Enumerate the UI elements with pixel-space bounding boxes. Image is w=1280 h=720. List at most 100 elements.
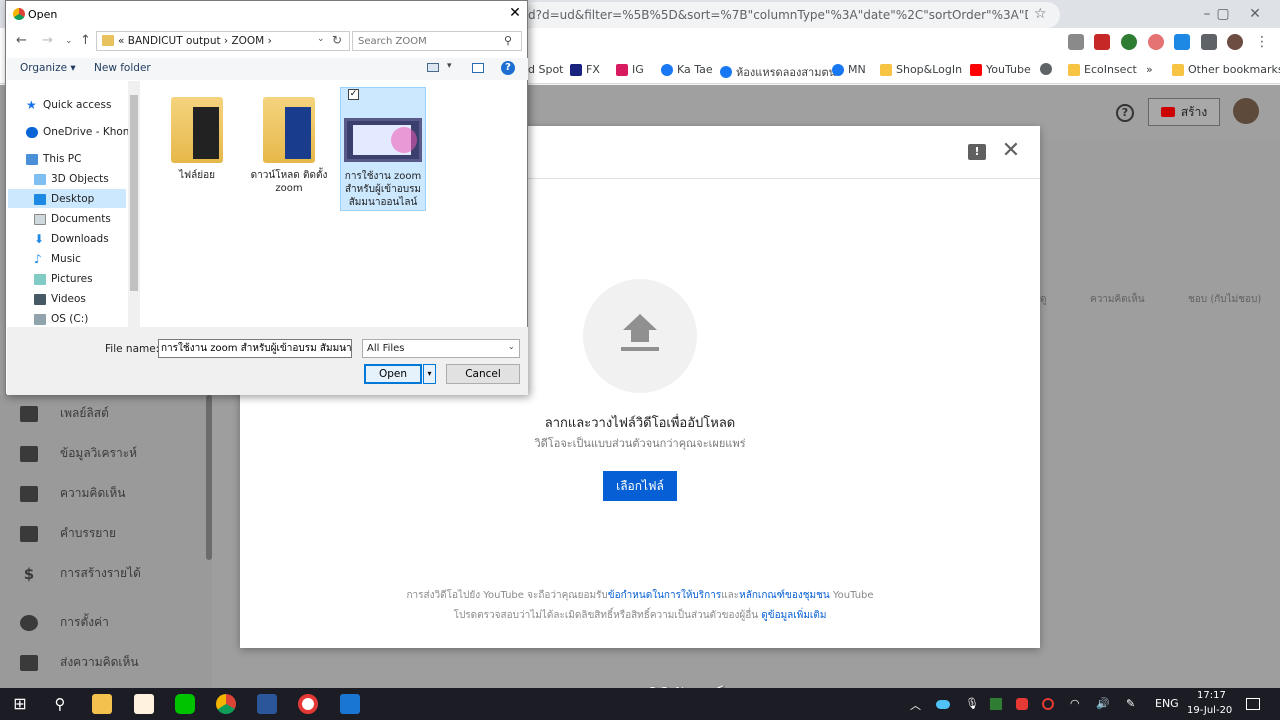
- nav-item-desktop[interactable]: Desktop: [34, 193, 94, 205]
- nav-item-os-c[interactable]: OS (C:): [34, 313, 88, 325]
- extension-green-icon[interactable]: [1121, 34, 1137, 50]
- bookmark-item[interactable]: Shop&LogIn: [880, 63, 962, 76]
- bookmark-item[interactable]: [1040, 63, 1052, 75]
- bookmark-item[interactable]: IG: [616, 63, 644, 76]
- bookmark-item[interactable]: d Spot: [528, 63, 564, 76]
- security-shield-icon[interactable]: [990, 698, 1002, 710]
- volume-icon[interactable]: 🔊: [1096, 697, 1110, 710]
- chrome-taskbar-icon[interactable]: [216, 694, 236, 714]
- extension-badge-icon[interactable]: [1148, 34, 1164, 50]
- video-editor-icon[interactable]: [340, 694, 360, 714]
- search-icon[interactable]: ⚲: [50, 694, 70, 714]
- create-button[interactable]: สร้าง: [1148, 98, 1220, 126]
- nav-item-videos[interactable]: Videos: [34, 293, 86, 305]
- search-icon[interactable]: ⚲: [504, 34, 512, 47]
- file-name-input[interactable]: [158, 339, 352, 358]
- tray-app-icon[interactable]: [1016, 698, 1028, 710]
- organize-button[interactable]: Organize ▾: [20, 62, 76, 74]
- bookmark-item[interactable]: Ka Tae: [661, 63, 713, 76]
- help-icon[interactable]: ?: [1116, 104, 1134, 122]
- bookmark-star-icon[interactable]: ☆: [1034, 6, 1047, 22]
- sidebar-item-playlists[interactable]: เพลย์ลิสต์: [20, 404, 109, 423]
- profile-icon[interactable]: [1227, 34, 1243, 50]
- search-input[interactable]: [352, 31, 522, 51]
- view-dropdown-icon[interactable]: ▾: [447, 61, 452, 71]
- recent-dropdown-icon[interactable]: ⌄: [65, 36, 73, 46]
- sidebar-item-feedback[interactable]: ส่งความคิดเห็น: [20, 653, 139, 672]
- bookmark-item[interactable]: YouTube: [970, 63, 1031, 76]
- notifications-icon[interactable]: [1246, 698, 1260, 710]
- avatar[interactable]: [1233, 98, 1259, 124]
- file-item[interactable]: ดาวน์โหลด ติดตั้ง zoom: [246, 91, 332, 195]
- language-indicator[interactable]: ENG: [1155, 697, 1179, 710]
- checkbox-icon[interactable]: ✓: [348, 89, 359, 100]
- tray-chevron-icon[interactable]: ︿: [910, 697, 921, 713]
- menu-dots-icon[interactable]: ⋮: [1254, 34, 1270, 50]
- other-bookmarks[interactable]: Other bookmarks: [1172, 63, 1280, 76]
- windows-start-icon[interactable]: ⊞: [10, 694, 30, 714]
- file-explorer-icon[interactable]: [92, 694, 112, 714]
- bookmark-item[interactable]: MN: [832, 63, 866, 76]
- nav-item-quick-access[interactable]: ★ Quick access: [26, 99, 111, 112]
- open-button[interactable]: Open: [364, 364, 422, 384]
- bookmarks-overflow[interactable]: »: [1146, 63, 1153, 76]
- sidebar-item-analytics[interactable]: ข้อมูลวิเคราะห์: [20, 444, 137, 463]
- nav-item-documents[interactable]: Documents: [34, 213, 111, 225]
- word-icon[interactable]: [257, 694, 277, 714]
- view-mode-icon[interactable]: [427, 63, 439, 72]
- file-item-selected[interactable]: การใช้งาน zoom สำหรับผู้เข้าอบรม สัมมนาอ…: [340, 87, 426, 211]
- community-guidelines-link[interactable]: หลักเกณฑ์ของชุมชน: [739, 590, 830, 601]
- dialog-close-icon[interactable]: ✕: [506, 4, 524, 22]
- clock-date[interactable]: 19-Jul-20: [1187, 705, 1232, 716]
- close-icon[interactable]: ✕: [1000, 140, 1022, 162]
- window-close-icon[interactable]: ✕: [1240, 4, 1270, 24]
- feedback-icon[interactable]: !: [968, 144, 986, 160]
- preview-pane-icon[interactable]: [472, 63, 484, 73]
- extension-red-icon[interactable]: [1094, 34, 1110, 50]
- nav-item-music[interactable]: ♪ Music: [34, 253, 81, 266]
- back-arrow-icon[interactable]: ←: [16, 33, 27, 48]
- sidebar-scrollbar[interactable]: [206, 395, 212, 560]
- gmail-extension-icon[interactable]: [1068, 34, 1084, 50]
- file-item[interactable]: ไฟล์ย่อย: [154, 91, 240, 182]
- sidebar-item-monetization[interactable]: $ การสร้างรายได้: [20, 564, 141, 583]
- line-app-icon[interactable]: [175, 694, 195, 714]
- onedrive-tray-icon[interactable]: [936, 700, 950, 709]
- refresh-icon[interactable]: ↻: [332, 33, 342, 47]
- learn-more-link[interactable]: ดูข้อมูลเพิ่มเติม: [761, 610, 826, 621]
- file-type-select[interactable]: All Files: [362, 339, 520, 358]
- nav-item-3d-objects[interactable]: 3D Objects: [34, 173, 109, 185]
- sidebar-item-comments[interactable]: ความคิดเห็น: [20, 484, 125, 503]
- path-dropdown-icon[interactable]: ⌄: [317, 34, 325, 44]
- sidebar-item-subtitles[interactable]: คำบรรยาย: [20, 524, 116, 543]
- bookmark-item[interactable]: EcoInsect: [1068, 63, 1137, 76]
- forward-arrow-icon[interactable]: →: [42, 33, 53, 48]
- microphone-icon[interactable]: 🎙: [965, 697, 979, 710]
- up-arrow-icon[interactable]: ↑: [80, 33, 91, 48]
- sidebar-item-settings[interactable]: การตั้งค่า: [20, 613, 109, 632]
- bookmark-item[interactable]: ห้องแหรดลองสามตน: [720, 63, 836, 81]
- open-split-dropdown-icon[interactable]: ▾: [423, 364, 436, 384]
- app-icon[interactable]: [134, 694, 154, 714]
- cancel-button[interactable]: Cancel: [446, 364, 520, 384]
- maximize-icon[interactable]: ▢: [1208, 4, 1238, 24]
- help-icon[interactable]: ?: [501, 61, 515, 75]
- select-file-button[interactable]: เลือกไฟล์: [603, 471, 677, 501]
- bookmark-item[interactable]: FX: [570, 63, 600, 76]
- nav-item-pictures[interactable]: Pictures: [34, 273, 93, 285]
- nav-item-onedrive[interactable]: OneDrive - Khon K: [26, 126, 140, 138]
- zoom-extension-icon[interactable]: [1174, 34, 1190, 50]
- file-name-dropdown-icon[interactable]: ⌄: [341, 342, 348, 351]
- terms-of-service-link[interactable]: ข้อกำหนดในการให้บริการ: [608, 590, 721, 601]
- tray-record-icon[interactable]: [1042, 698, 1054, 710]
- nav-item-downloads[interactable]: ⬇ Downloads: [34, 233, 109, 246]
- nav-scrollbar-thumb[interactable]: [130, 95, 138, 291]
- file-type-dropdown-icon[interactable]: ⌄: [508, 342, 515, 351]
- new-folder-button[interactable]: New folder: [94, 62, 151, 74]
- extensions-puzzle-icon[interactable]: [1201, 34, 1217, 50]
- nav-item-this-pc[interactable]: This PC: [26, 153, 81, 165]
- wifi-icon[interactable]: ◠: [1070, 697, 1080, 710]
- record-icon[interactable]: [298, 694, 318, 714]
- pen-icon[interactable]: ✎: [1126, 697, 1135, 710]
- clock-time[interactable]: 17:17: [1197, 690, 1226, 701]
